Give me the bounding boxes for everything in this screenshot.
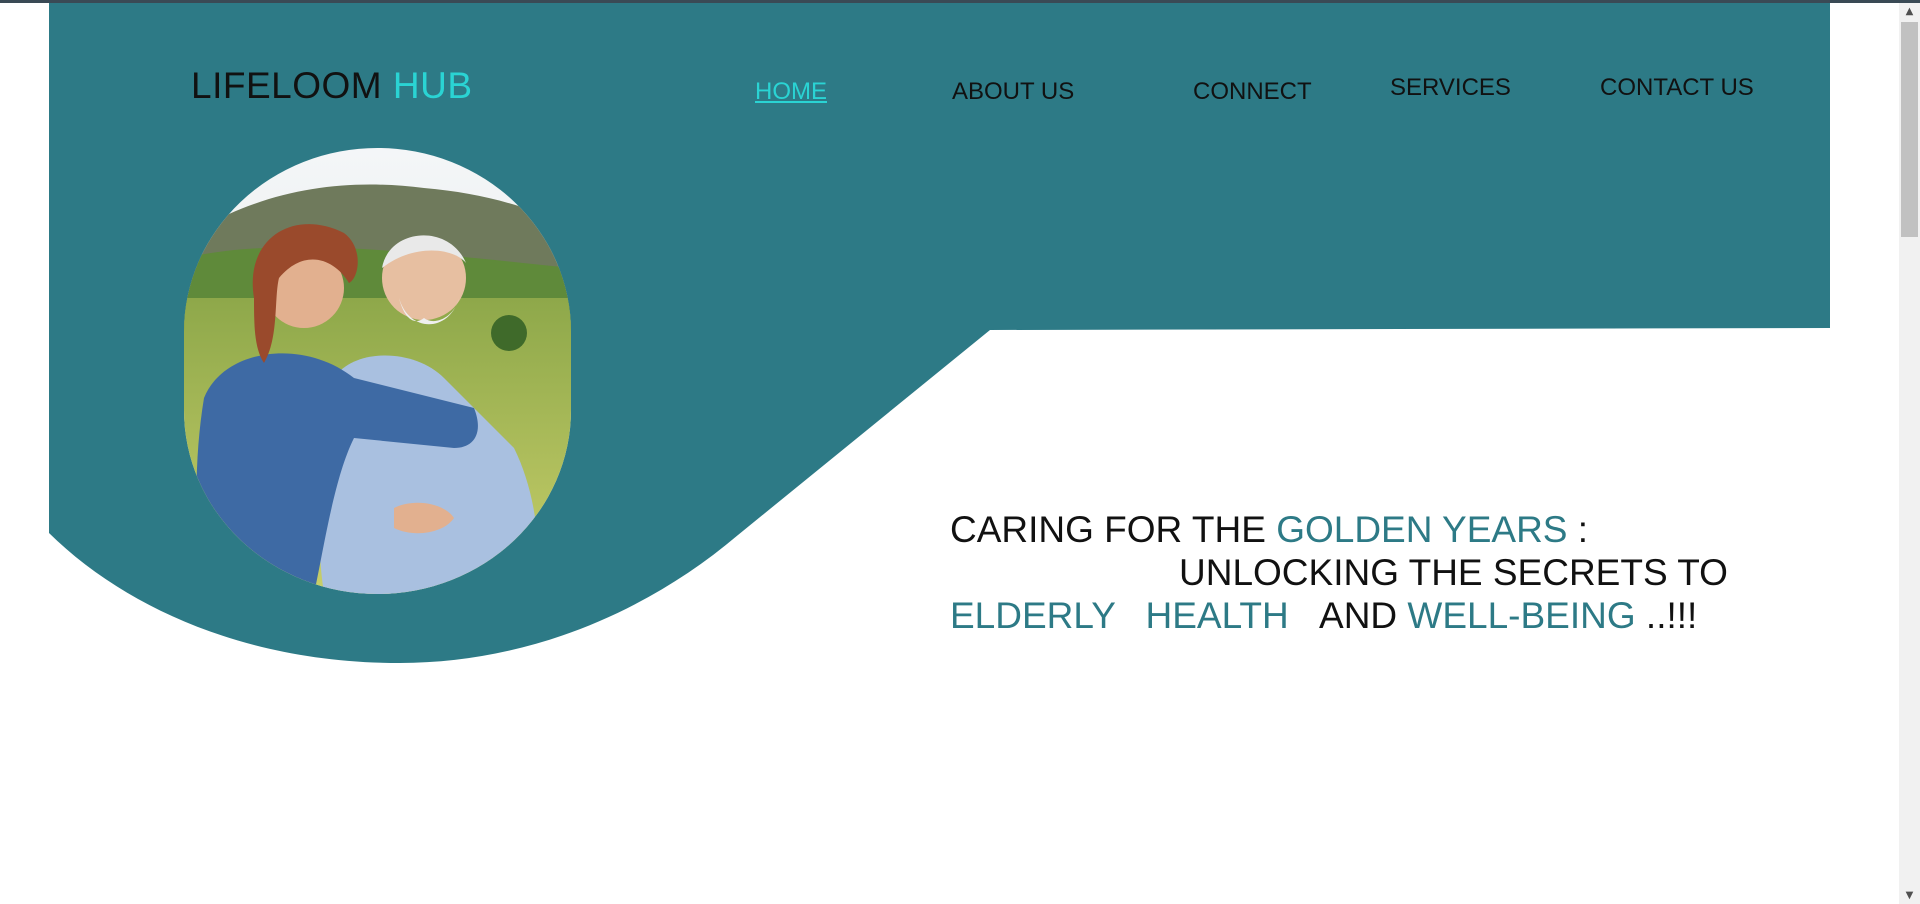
hero-photo <box>184 148 571 594</box>
vertical-scrollbar[interactable]: ▲ ▼ <box>1899 3 1920 904</box>
nav-link-contact-us[interactable]: CONTACT US <box>1600 74 1754 102</box>
hero-line-2: UNLOCKING THE SECRETS TO <box>1179 552 1728 593</box>
hero-headline: CARING FOR THE GOLDEN YEARS : UNLOCKING … <box>950 508 1728 637</box>
nav-link-home[interactable]: HOME <box>755 78 827 106</box>
hero-line-1-part-c: : <box>1577 509 1589 550</box>
site-logo[interactable]: LIFELOOM HUB <box>191 65 473 107</box>
hero-line-3-and: AND <box>1319 595 1398 636</box>
scrollbar-thumb[interactable] <box>1901 22 1918 237</box>
hero-line-1-highlight: GOLDEN YEARS <box>1276 509 1568 550</box>
nav-link-connect[interactable]: CONNECT <box>1193 78 1312 106</box>
hero-line-3-health: HEALTH <box>1145 595 1289 636</box>
page: LIFELOOM HUB HOME ABOUT US CONNECT SERVI… <box>0 3 1899 904</box>
hero-line-3-suffix: ..!!! <box>1645 595 1698 636</box>
hero-line-1-part-a: CARING FOR THE <box>950 509 1266 550</box>
hero-line-1: CARING FOR THE GOLDEN YEARS : <box>950 508 1728 551</box>
logo-text-primary: LIFELOOM <box>191 65 383 106</box>
hero-line-3: ELDERLY HEALTH AND WELL-BEING ..!!! <box>950 594 1728 637</box>
hero-line-3-well-being: WELL-BEING <box>1407 595 1636 636</box>
logo-text-accent: HUB <box>392 65 473 106</box>
scroll-up-arrow-icon[interactable]: ▲ <box>1899 3 1920 20</box>
hero-photo-illustration <box>184 148 571 594</box>
scroll-down-arrow-icon[interactable]: ▼ <box>1899 887 1920 904</box>
nav-link-about-us[interactable]: ABOUT US <box>952 78 1074 106</box>
hero-line-3-elderly: ELDERLY <box>950 595 1116 636</box>
nav-link-services[interactable]: SERVICES <box>1390 74 1511 102</box>
